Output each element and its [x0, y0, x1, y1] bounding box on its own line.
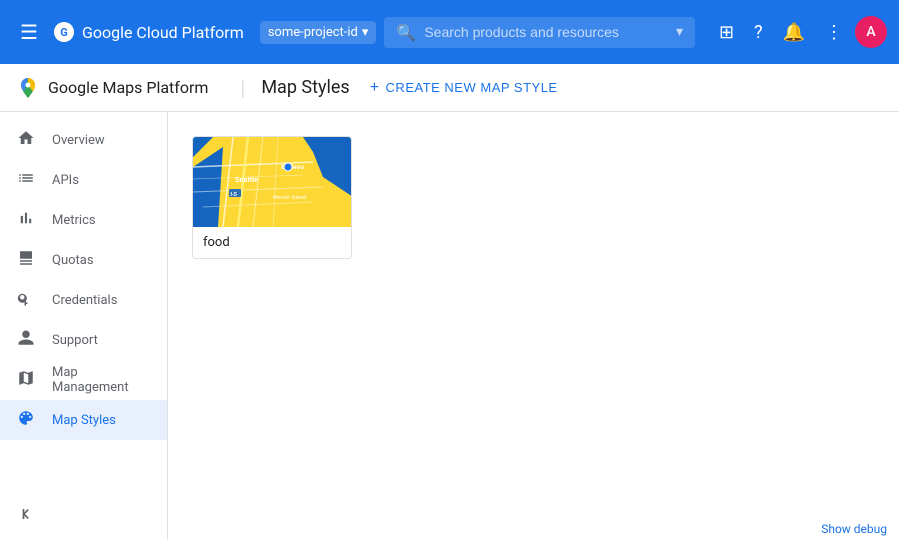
- search-dropdown-icon[interactable]: ▾: [676, 24, 683, 40]
- map-style-label-food: food: [193, 227, 351, 258]
- home-icon: [16, 129, 36, 152]
- svg-text:Seattle: Seattle: [235, 177, 258, 184]
- person-icon: [16, 329, 36, 352]
- sidebar-label-apis: APIs: [52, 173, 79, 188]
- bottom-bar: Show debug: [809, 518, 899, 540]
- chevron-down-icon: ▾: [362, 25, 369, 40]
- sub-nav-divider: |: [240, 76, 245, 100]
- main-layout: Overview APIs Metrics Quotas Credentials: [0, 112, 899, 540]
- sub-nav: Google Maps Platform | Map Styles + CREA…: [0, 64, 899, 112]
- sidebar-item-quotas[interactable]: Quotas: [0, 240, 167, 280]
- sidebar-label-credentials: Credentials: [52, 293, 117, 308]
- menu-icon[interactable]: ☰: [12, 12, 46, 52]
- sidebar-label-map-styles: Map Styles: [52, 413, 116, 428]
- sidebar-item-credentials[interactable]: Credentials: [0, 280, 167, 320]
- sidebar-label-quotas: Quotas: [52, 253, 94, 268]
- list-icon: [16, 169, 36, 192]
- palette-icon: [16, 409, 36, 432]
- notifications-icon[interactable]: 🔔: [775, 14, 813, 51]
- project-selector[interactable]: some-project-id ▾: [260, 21, 377, 44]
- sidebar-item-map-styles[interactable]: Map Styles: [0, 400, 167, 440]
- search-bar: 🔍 ▾: [384, 17, 695, 48]
- page-title: Map Styles: [261, 77, 349, 98]
- sidebar-label-map-management: Map Management: [52, 365, 151, 395]
- sidebar-label-support: Support: [52, 333, 98, 348]
- brand-logo-area: Google Maps Platform: [16, 76, 208, 100]
- show-debug-link[interactable]: Show debug: [821, 522, 887, 536]
- svg-text:I-5: I-5: [231, 192, 237, 198]
- sidebar-label-metrics: Metrics: [52, 213, 96, 228]
- search-input[interactable]: [424, 24, 668, 40]
- project-name: some-project-id: [268, 25, 358, 40]
- sidebar: Overview APIs Metrics Quotas Credentials: [0, 112, 168, 540]
- help-icon[interactable]: ?: [746, 14, 771, 51]
- map-svg: Seattle Bellevu Mercer Island I-5: [193, 137, 352, 227]
- map-style-card-food[interactable]: Seattle Bellevu Mercer Island I-5 food: [192, 136, 352, 259]
- map-thumbnail-food: Seattle Bellevu Mercer Island I-5: [193, 137, 352, 227]
- create-button-label: CREATE NEW MAP STYLE: [386, 80, 558, 95]
- create-new-map-style-button[interactable]: + CREATE NEW MAP STYLE: [366, 75, 562, 101]
- sidebar-item-map-management[interactable]: Map Management: [0, 360, 167, 400]
- apps-icon[interactable]: ⊞: [711, 14, 742, 51]
- sidebar-label-overview: Overview: [52, 133, 105, 148]
- sidebar-collapse-button[interactable]: [0, 496, 167, 532]
- top-nav: ☰ G Google Cloud Platform some-project-i…: [0, 0, 899, 64]
- monitor-icon: [16, 249, 36, 272]
- maps-logo-icon: [16, 76, 40, 100]
- sidebar-item-apis[interactable]: APIs: [0, 160, 167, 200]
- plus-icon: +: [370, 79, 380, 97]
- more-icon[interactable]: ⋮: [817, 14, 851, 51]
- sidebar-item-support[interactable]: Support: [0, 320, 167, 360]
- avatar[interactable]: A: [855, 16, 887, 48]
- app-title: Google Cloud Platform: [82, 23, 244, 42]
- brand-name: Google Maps Platform: [48, 78, 208, 97]
- sidebar-item-overview[interactable]: Overview: [0, 120, 167, 160]
- key-icon: [16, 289, 36, 312]
- google-logo: G: [54, 22, 74, 42]
- svg-text:Mercer Island: Mercer Island: [273, 195, 306, 201]
- top-nav-actions: ⊞ ? 🔔 ⋮ A: [711, 14, 887, 51]
- search-icon: 🔍: [396, 23, 416, 42]
- app-logo-area: G Google Cloud Platform: [54, 22, 244, 42]
- map-management-icon: [16, 369, 36, 392]
- sidebar-item-metrics[interactable]: Metrics: [0, 200, 167, 240]
- bar-chart-icon: [16, 209, 36, 232]
- main-content: Seattle Bellevu Mercer Island I-5 food: [168, 112, 899, 540]
